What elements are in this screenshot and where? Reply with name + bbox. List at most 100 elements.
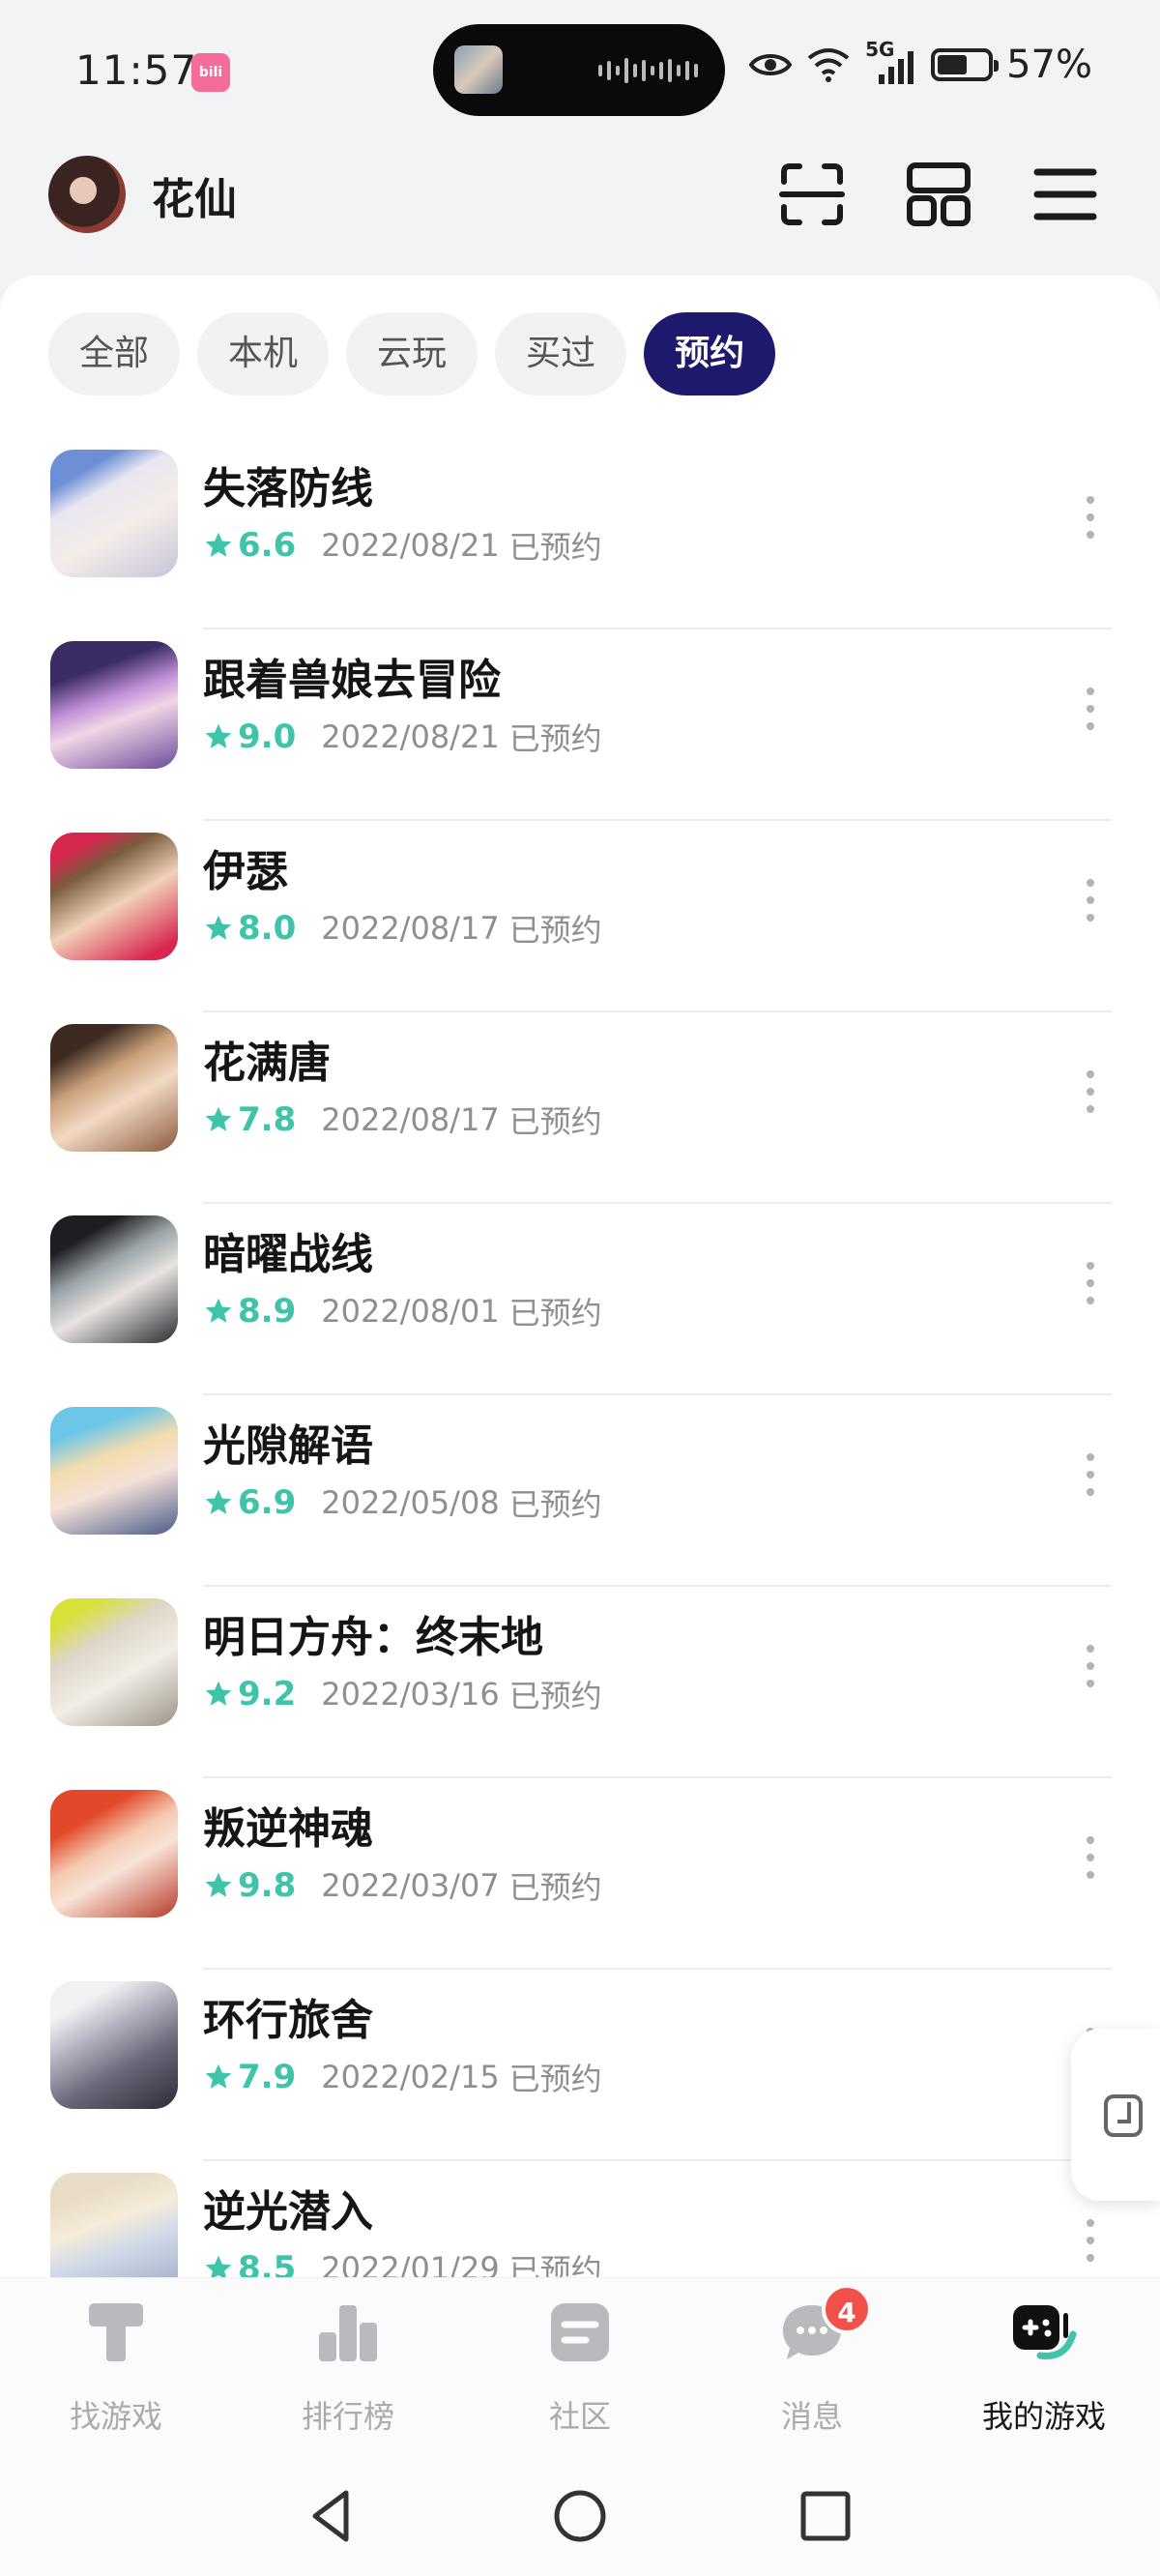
audio-wave-icon [598, 56, 698, 85]
more-options-icon[interactable] [1079, 2211, 1102, 2269]
game-title: 伊瑟 [203, 847, 288, 896]
community-icon [551, 2303, 609, 2361]
game-meta: 8.9 2022/08/01 已预约 [203, 1289, 602, 1333]
game-icon[interactable] [50, 1598, 178, 1726]
find-game-icon [89, 2303, 143, 2361]
layout-grid-icon[interactable] [905, 161, 972, 228]
list-item[interactable]: 跟着兽娘去冒险 9.0 2022/08/21 已预约 [0, 629, 1160, 821]
game-icon[interactable] [50, 2173, 178, 2277]
list-item[interactable]: 光隙解语 6.9 2022/05/08 已预约 [0, 1395, 1160, 1587]
game-meta: 9.0 2022/08/21 已预约 [203, 715, 602, 759]
tab-local[interactable]: 本机 [197, 312, 330, 395]
nav-ranking[interactable]: 排行榜 [232, 2278, 464, 2457]
game-icon[interactable] [50, 1981, 178, 2109]
game-icon[interactable] [50, 1215, 178, 1343]
battery-icon [931, 48, 1000, 81]
list-item[interactable]: 明日方舟：终末地 9.2 2022/03/16 已预约 [0, 1587, 1160, 1778]
status-time: 11:57 [75, 46, 198, 94]
game-rating: 7.8 [238, 1100, 297, 1139]
back-icon[interactable] [302, 2485, 363, 2547]
star-icon [205, 2255, 232, 2277]
reserve-status: 已预约 [508, 1678, 602, 1714]
more-options-icon[interactable] [1079, 1637, 1102, 1695]
nav-community[interactable]: 社区 [464, 2278, 696, 2457]
floating-side-button[interactable] [1071, 2029, 1160, 2201]
list-item[interactable]: 伊瑟 8.0 2022/08/17 已预约 [0, 821, 1160, 1012]
star-icon [205, 532, 232, 557]
game-meta: 8.5 2022/01/29 已预约 [203, 2246, 602, 2277]
list-item[interactable]: 逆光潜入 8.5 2022/01/29 已预约 [0, 2161, 1160, 2277]
tab-cloud[interactable]: 云玩 [346, 312, 478, 395]
list-item[interactable]: 叛逆神魂 9.8 2022/03/07 已预约 [0, 1778, 1160, 1970]
reserve-status: 已预约 [508, 912, 602, 949]
reserve-status: 已预约 [508, 2061, 602, 2097]
recents-icon[interactable] [795, 2485, 856, 2547]
game-rating: 9.2 [238, 1675, 297, 1713]
system-nav-bar [0, 2456, 1160, 2576]
more-options-icon[interactable] [1079, 488, 1102, 546]
reserve-date: 2022/08/21 [321, 527, 500, 564]
game-icon[interactable] [50, 641, 178, 769]
reserve-status: 已预约 [508, 2252, 602, 2277]
list-item[interactable]: 环行旅舍 7.9 2022/02/15 已预约 [0, 1970, 1160, 2161]
game-title: 明日方舟：终末地 [203, 1613, 543, 1662]
star-icon [205, 1489, 232, 1514]
game-title: 逆光潜入 [203, 2187, 373, 2237]
game-meta: 9.8 2022/03/07 已预约 [203, 1863, 602, 1908]
dynamic-island[interactable] [433, 24, 725, 116]
game-rating: 9.0 [238, 717, 297, 756]
more-options-icon[interactable] [1079, 680, 1102, 738]
menu-icon[interactable] [1031, 161, 1099, 228]
reserve-status: 已预约 [508, 529, 602, 566]
game-rating: 8.5 [238, 2249, 297, 2277]
game-rating: 6.6 [238, 526, 297, 565]
game-title: 叛逆神魂 [203, 1804, 373, 1854]
content-panel: 全部 本机 云玩 买过 预约 失落防线 6.6 2022/08/21 已预约 跟… [0, 276, 1160, 2277]
game-icon[interactable] [50, 1024, 178, 1152]
nav-messages[interactable]: 4 消息 [696, 2278, 928, 2457]
avatar[interactable] [48, 156, 126, 233]
list-item[interactable]: 暗曜战线 8.9 2022/08/01 已预约 [0, 1204, 1160, 1395]
download-icon [1104, 2094, 1143, 2137]
reserve-date: 2022/01/29 [321, 2250, 500, 2277]
user-name[interactable]: 花仙 [152, 164, 237, 226]
reserve-date: 2022/02/15 [321, 2059, 500, 2095]
game-rating: 6.9 [238, 1483, 297, 1522]
game-rating: 8.0 [238, 909, 297, 948]
bilibili-notification-icon: bilibilibili [191, 53, 230, 92]
game-meta: 8.0 2022/08/17 已预约 [203, 906, 602, 951]
game-title: 环行旅舍 [203, 1996, 373, 2045]
game-icon[interactable] [50, 833, 178, 960]
reserve-date: 2022/05/08 [321, 1484, 500, 1521]
nav-find-game[interactable]: 找游戏 [0, 2278, 232, 2457]
tab-purchased[interactable]: 买过 [495, 312, 627, 395]
reserve-status: 已预约 [508, 1486, 602, 1523]
more-options-icon[interactable] [1079, 1254, 1102, 1312]
reserve-date: 2022/03/16 [321, 1676, 500, 1712]
star-icon [205, 723, 232, 748]
reserve-status: 已预约 [508, 1103, 602, 1140]
nav-my-games[interactable]: 我的游戏 [928, 2278, 1160, 2457]
more-options-icon[interactable] [1079, 1446, 1102, 1504]
game-icon[interactable] [50, 450, 178, 577]
list-item[interactable]: 失落防线 6.6 2022/08/21 已预约 [0, 438, 1160, 629]
star-icon [205, 1106, 232, 1131]
more-options-icon[interactable] [1079, 1829, 1102, 1887]
scan-icon[interactable] [778, 161, 846, 228]
more-options-icon[interactable] [1079, 871, 1102, 929]
nav-label: 找游戏 [69, 2398, 162, 2435]
game-icon[interactable] [50, 1790, 178, 1917]
game-icon[interactable] [50, 1407, 178, 1535]
more-options-icon[interactable] [1079, 1063, 1102, 1121]
game-meta: 7.8 2022/08/17 已预约 [203, 1098, 602, 1142]
ranking-icon [319, 2305, 377, 2361]
status-icons: 5G 57% [749, 38, 1092, 87]
tab-all[interactable]: 全部 [48, 312, 181, 395]
home-icon[interactable] [549, 2485, 611, 2547]
nav-label: 排行榜 [301, 2398, 394, 2435]
unread-badge: 4 [822, 2284, 872, 2334]
star-icon [205, 1872, 232, 1897]
cellular-icon: 5G [865, 38, 917, 84]
list-item[interactable]: 花满唐 7.8 2022/08/17 已预约 [0, 1012, 1160, 1204]
tab-reserved[interactable]: 预约 [644, 312, 776, 395]
